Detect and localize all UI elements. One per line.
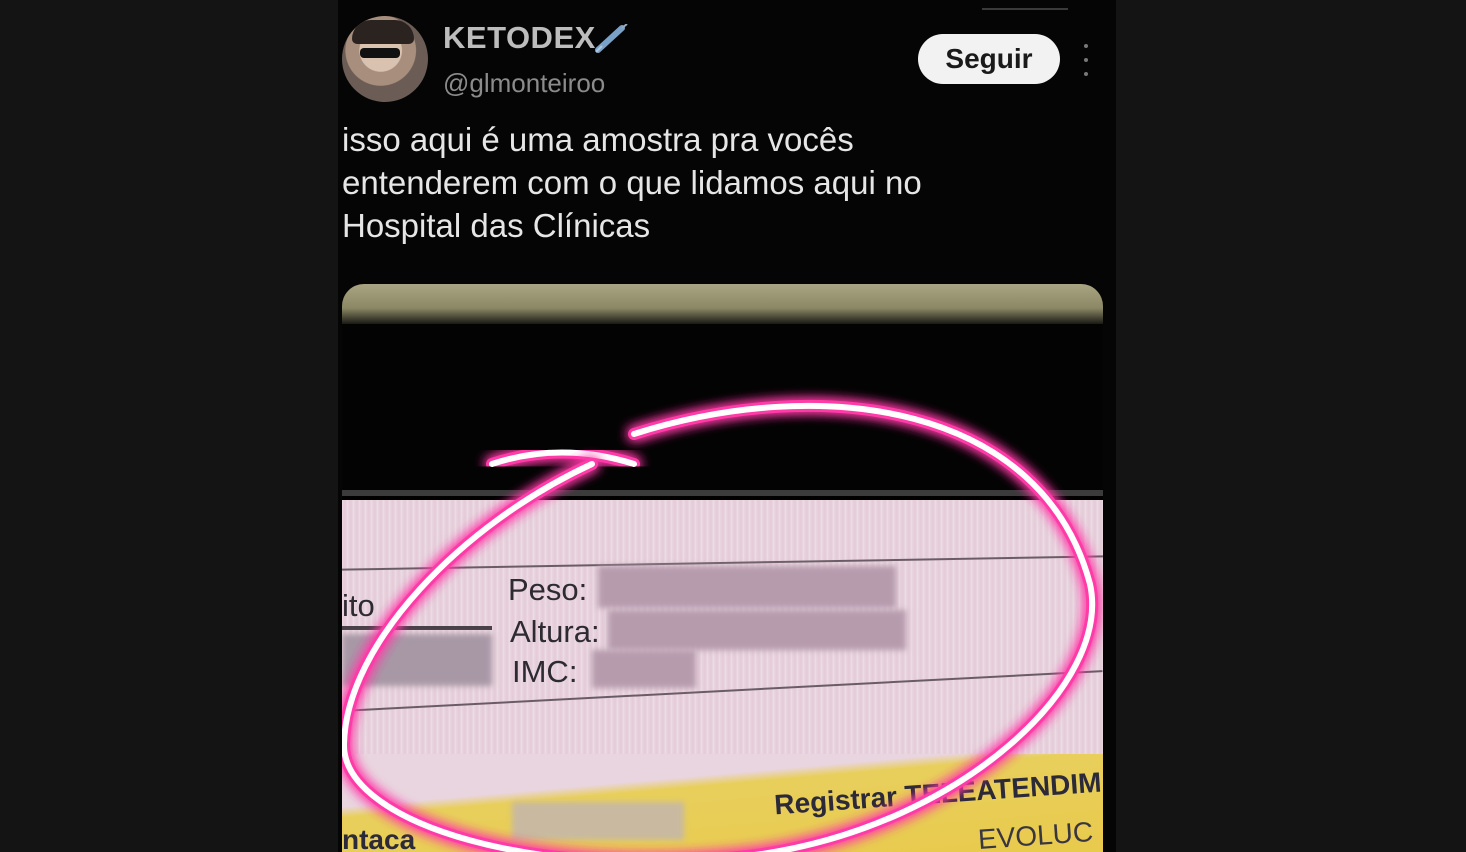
display-name[interactable]: KETODEX: [443, 20, 596, 56]
tweet-media-photo[interactable]: ito Peso: Altura: IMC: Registrar TELEATE…: [342, 284, 1103, 852]
more-options-icon[interactable]: [1082, 44, 1090, 76]
tweet-text-line: isso aqui é uma amostra pra vocês: [342, 121, 854, 158]
user-handle[interactable]: @glmonteiroo: [443, 68, 605, 99]
avatar-hair: [352, 20, 414, 44]
top-divider: [982, 8, 1068, 10]
syringe-icon: [595, 24, 628, 53]
avatar[interactable]: [342, 16, 428, 102]
tweet-view: KETODEX @glmonteiroo Seguir isso aqui é …: [338, 0, 1116, 852]
pink-highlight-circle: [342, 400, 1098, 852]
avatar-glasses: [360, 48, 400, 58]
tweet-text-line: entenderem com o que lidamos aqui no: [342, 164, 922, 201]
follow-button[interactable]: Seguir: [918, 34, 1060, 84]
tweet-text-line: Hospital das Clínicas: [342, 207, 651, 244]
tweet-text: isso aqui é uma amostra pra vocês entend…: [342, 118, 1082, 247]
